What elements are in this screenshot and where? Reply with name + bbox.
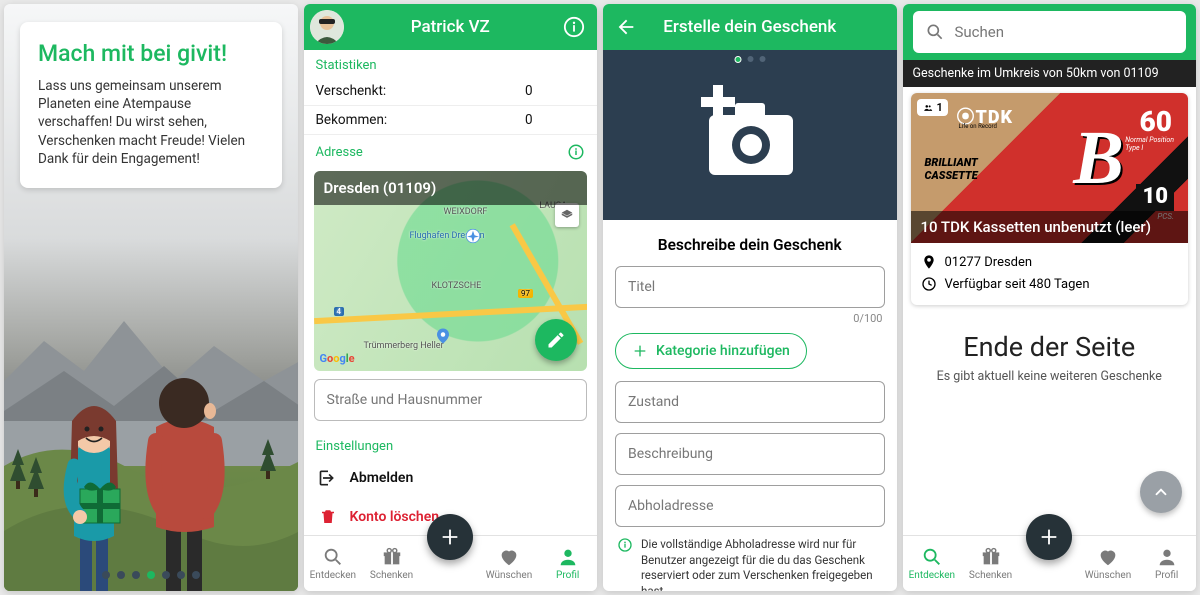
map-pin-icon <box>434 327 452 345</box>
add-category-button[interactable]: Kategorie hinzufügen <box>615 333 807 369</box>
info-icon <box>563 16 585 38</box>
search-icon <box>921 546 943 568</box>
stat-received: Bekommen: 0 <box>304 106 598 135</box>
heart-icon <box>1097 546 1119 568</box>
heart-icon <box>498 546 520 568</box>
map-location-title: Dresden (01109) <box>314 171 588 205</box>
map-layers-button[interactable] <box>555 203 579 227</box>
plus-icon <box>439 526 461 548</box>
title-input[interactable]: Titel <box>615 266 885 308</box>
info-icon[interactable] <box>567 143 585 161</box>
illustration <box>4 231 298 591</box>
nav-discover[interactable]: Entdecken <box>903 536 962 591</box>
discover-screen: Suchen Geschenke im Umkreis von 50km von… <box>903 4 1197 591</box>
nav-discover[interactable]: Entdecken <box>304 536 363 591</box>
radius-bar[interactable]: Geschenke im Umkreis von 50km von 01109 <box>903 60 1197 87</box>
pin-icon <box>921 254 937 270</box>
delete-account-label: Konto löschen <box>350 509 440 525</box>
person-icon <box>557 546 579 568</box>
arrow-left-icon <box>615 16 637 38</box>
clock-icon <box>921 276 937 292</box>
end-of-list: Ende der Seite Es gibt aktuell keine wei… <box>903 331 1197 384</box>
info-icon <box>617 537 633 591</box>
profile-header: Patrick VZ <box>304 4 598 50</box>
gift-image: 1 ⦿TDK Life on Record BRILLIANT CASSETTE… <box>911 93 1189 243</box>
interested-badge: 1 <box>917 99 948 116</box>
nav-profile[interactable]: Profil <box>1137 536 1196 591</box>
onboarding-card: Mach mit bei givit! Lass uns gemeinsam u… <box>20 22 282 188</box>
avatar-button[interactable] <box>304 4 350 50</box>
create-header: Erstelle dein Geschenk <box>603 4 897 50</box>
add-fab[interactable] <box>427 514 473 560</box>
gift-availability: Verfügbar seit 480 Tagen <box>921 273 1179 295</box>
stat-given: Verschenkt: 0 <box>304 77 598 106</box>
create-title: Erstelle dein Geschenk <box>649 17 851 37</box>
title-char-count: 0/100 <box>615 312 883 325</box>
onboarding-body: Lass uns gemeinsam unserem Planeten eine… <box>38 77 264 168</box>
plus-icon <box>1038 526 1060 548</box>
settings-section-title: Einstellungen <box>304 431 598 458</box>
pencil-icon <box>546 330 566 350</box>
onboarding-screen: Mach mit bei givit! Lass uns gemeinsam u… <box>4 4 298 591</box>
create-gift-screen: Erstelle dein Geschenk Beschreibe dein G… <box>603 4 897 591</box>
edit-location-button[interactable] <box>535 319 577 361</box>
airport-pin-icon <box>464 227 482 245</box>
gift-location: 01277 Dresden <box>921 251 1179 273</box>
nav-wish[interactable]: Wünschen <box>480 536 539 591</box>
person-icon <box>1156 546 1178 568</box>
back-button[interactable] <box>603 4 649 50</box>
people-icon <box>922 103 934 113</box>
info-button[interactable] <box>551 4 597 50</box>
describe-heading: Beschreibe dein Geschenk <box>615 236 885 254</box>
page-indicator <box>102 571 200 579</box>
bottom-nav: Entdecken Schenken . Wünschen Profil <box>903 535 1197 591</box>
profile-title: Patrick VZ <box>350 17 552 37</box>
street-input[interactable]: Straße und Hausnummer <box>314 379 588 421</box>
map-container[interactable]: Dresden (01109) WEIXDORF LAUSA Flughafen… <box>314 171 588 371</box>
photo-upload-area[interactable] <box>603 50 897 220</box>
search-icon <box>322 546 344 568</box>
gift-icon <box>381 546 403 568</box>
add-fab[interactable] <box>1026 514 1072 560</box>
nav-give[interactable]: Schenken <box>362 536 421 591</box>
gift-icon <box>980 546 1002 568</box>
address-section-title: Adresse <box>304 135 598 165</box>
add-photo-icon <box>695 85 805 185</box>
bottom-nav: Entdecken Schenken . Wünschen Profil <box>304 535 598 591</box>
map-provider-label: Google <box>320 352 355 365</box>
stats-section-title: Statistiken <box>304 50 598 77</box>
nav-give[interactable]: Schenken <box>961 536 1020 591</box>
pickup-hint: Die vollständige Abholadresse wird nur f… <box>615 537 885 591</box>
scroll-top-button[interactable] <box>1140 471 1182 513</box>
logout-row[interactable]: Abmelden <box>304 458 598 498</box>
nav-wish[interactable]: Wünschen <box>1079 536 1138 591</box>
gift-card[interactable]: 1 ⦿TDK Life on Record BRILLIANT CASSETTE… <box>911 93 1189 305</box>
pickup-address-input[interactable]: Abholadresse <box>615 485 885 527</box>
trash-icon <box>318 508 338 526</box>
step-indicator <box>734 56 765 63</box>
search-header: Suchen <box>903 4 1197 60</box>
chevron-up-icon <box>1152 483 1170 501</box>
logout-icon <box>318 468 338 488</box>
search-input[interactable]: Suchen <box>913 11 1187 53</box>
onboarding-title: Mach mit bei givit! <box>38 40 264 67</box>
logout-label: Abmelden <box>350 470 414 486</box>
plus-icon <box>632 343 648 359</box>
description-input[interactable]: Beschreibung <box>615 433 885 475</box>
gift-title: 10 TDK Kassetten unbenutzt (leer) <box>911 211 1189 243</box>
search-icon <box>925 22 945 42</box>
condition-input[interactable]: Zustand <box>615 381 885 423</box>
avatar <box>310 10 344 44</box>
profile-screen: Patrick VZ Statistiken Verschenkt: 0 Bek… <box>304 4 598 591</box>
nav-profile[interactable]: Profil <box>538 536 597 591</box>
